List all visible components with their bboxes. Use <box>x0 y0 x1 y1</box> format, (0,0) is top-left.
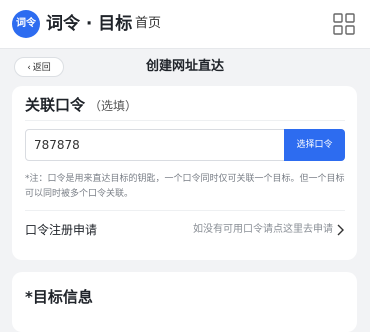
target-info-title: *目标信息 <box>25 288 93 306</box>
linked-code-card: 关联口令（选填） 选择口令 *注：口令是用来直达目标的钥匙，一个口令同时仅可关联… <box>12 86 357 260</box>
divider <box>25 210 345 211</box>
code-input[interactable] <box>34 130 274 160</box>
back-label: 返回 <box>32 63 51 73</box>
divider <box>25 120 345 121</box>
back-button[interactable]: ‹ 返回 <box>14 57 64 77</box>
code-apply-hint[interactable]: 如没有可用口令请点这里去申请 <box>193 220 333 240</box>
code-input-group: 选择口令 <box>25 129 345 161</box>
app-logo[interactable]: 词令 <box>12 10 40 38</box>
chevron-left-icon: ‹ <box>27 63 31 73</box>
grid-menu-icon[interactable] <box>333 13 355 35</box>
select-code-button[interactable]: 选择口令 <box>284 129 345 161</box>
optional-label: （选填） <box>89 99 138 113</box>
linked-code-title: 关联口令 <box>25 96 86 114</box>
code-apply-label: 口令注册申请 <box>25 223 98 237</box>
target-info-card: *目标信息 <box>12 272 357 332</box>
home-link[interactable]: 首页 <box>135 14 161 34</box>
code-note: *注：口令是用来直达目标的钥匙，一个口令同时仅可关联一个目标。但一个目标可以同时… <box>25 174 345 199</box>
top-bar: 词令 词令 · 目标 首页 <box>0 0 370 49</box>
code-apply-row[interactable]: 口令注册申请 如没有可用口令请点这里去申请 <box>25 220 345 240</box>
page-header: 创建网址直达 ‹ 返回 <box>0 49 370 87</box>
app-brand-title: 词令 · 目标 <box>46 14 133 34</box>
chevron-right-icon <box>337 224 344 236</box>
linked-code-header: 关联口令 （选填） <box>25 94 137 117</box>
